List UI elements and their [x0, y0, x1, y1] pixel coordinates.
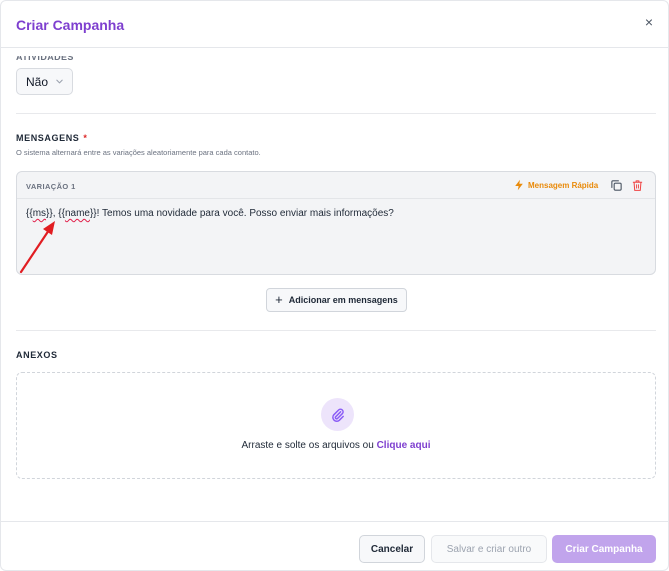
quick-message-label: Mensagem Rápida	[528, 180, 599, 190]
attachments-title: ANEXOS	[16, 350, 58, 360]
create-campaign-modal: Criar Campanha × ATIVIDADES Não MENSAGEN…	[0, 0, 669, 571]
modal-title: Criar Campanha	[16, 17, 125, 33]
close-icon[interactable]: ×	[640, 13, 658, 31]
file-dropzone[interactable]: Arraste e solte os arquivos ou Clique aq…	[16, 372, 656, 479]
click-here-link[interactable]: Clique aqui	[377, 440, 431, 451]
create-campaign-button[interactable]: Criar Campanha	[552, 535, 656, 563]
save-and-create-another-button[interactable]: Salvar e criar outro	[431, 535, 547, 563]
variation-message-text[interactable]: {{ms}}, {{name}}! Temos uma novidade par…	[26, 208, 394, 219]
quick-message-button[interactable]: Mensagem Rápida	[513, 179, 598, 191]
chevron-down-icon	[56, 79, 63, 84]
cancel-button[interactable]: Cancelar	[359, 535, 425, 563]
dropzone-text: Arraste e solte os arquivos ou Clique aq…	[17, 440, 655, 451]
messages-title-text: MENSAGENS	[16, 133, 80, 143]
section-divider	[16, 330, 656, 331]
select-value: Não	[26, 74, 49, 89]
messages-title: MENSAGENS *	[16, 133, 88, 143]
lightning-icon	[515, 179, 523, 191]
variation-header: VARIAÇÃO 1 Mensagem Rápida	[17, 172, 655, 199]
section-divider	[16, 113, 656, 114]
misspelled-word: name	[64, 208, 90, 219]
variation-label: VARIAÇÃO 1	[26, 182, 76, 191]
add-message-label: Adicionar em mensagens	[288, 295, 398, 305]
annotation-arrow-icon	[19, 221, 55, 274]
required-marker: *	[83, 133, 88, 143]
modal-header: Criar Campanha ×	[1, 1, 668, 48]
modal-footer: Cancelar Salvar e criar outro Criar Camp…	[1, 521, 668, 570]
message-variation-card: VARIAÇÃO 1 Mensagem Rápida {{ms}}, {{nam…	[16, 171, 656, 275]
trash-icon[interactable]	[631, 179, 644, 192]
messages-helper-text: O sistema alternará entre as variações a…	[16, 148, 261, 157]
copy-icon[interactable]	[610, 179, 623, 192]
message-text-part: }}! Temos uma novidade para você. Posso …	[89, 208, 394, 219]
paperclip-icon	[321, 398, 354, 431]
add-message-button[interactable]: + Adicionar em mensagens	[266, 288, 407, 312]
clipped-field-label: ATIVIDADES	[16, 56, 74, 61]
plus-icon: +	[275, 292, 283, 307]
dropzone-instructions: Arraste e solte os arquivos ou	[241, 440, 374, 451]
yes-no-select[interactable]: Não	[16, 68, 73, 95]
